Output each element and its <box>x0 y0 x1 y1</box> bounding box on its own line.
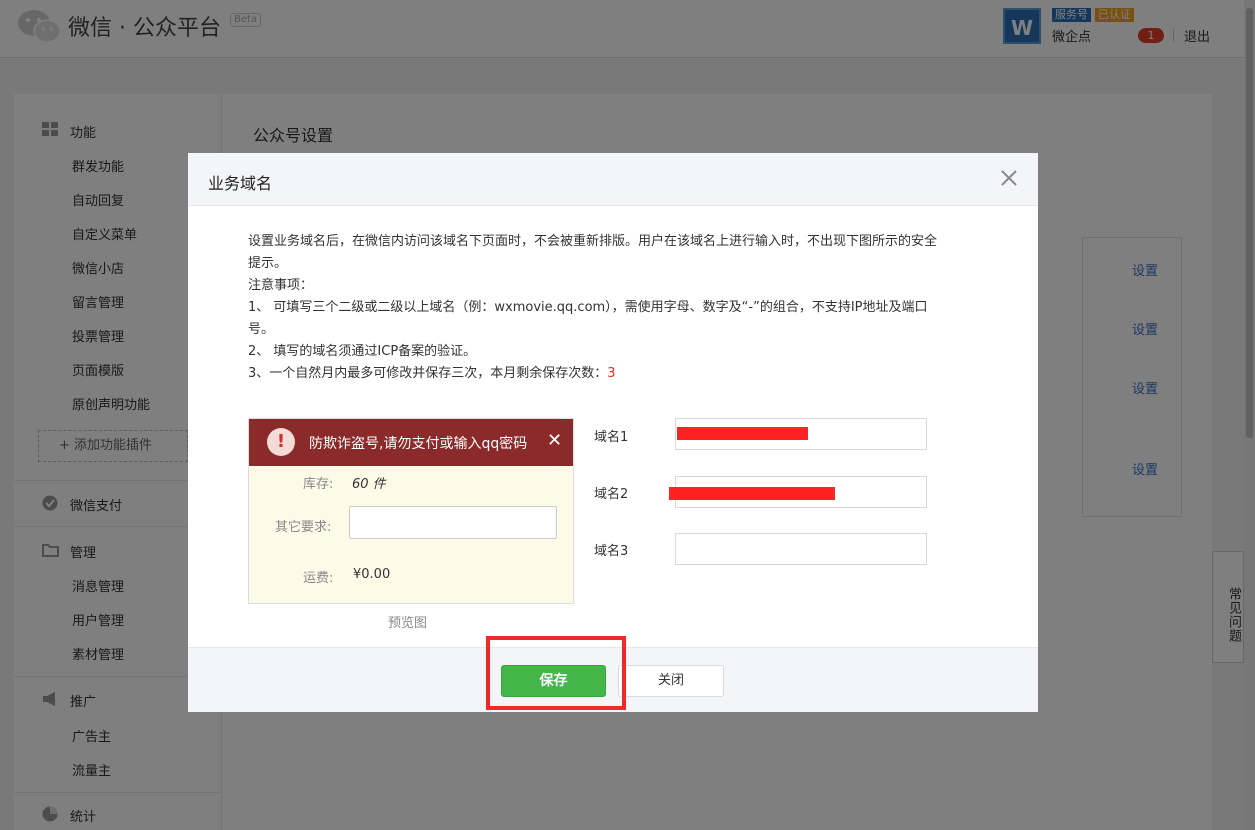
security-warning-preview: ! 防欺诈盗号,请勿支付或输入qq密码 ✕ 库存: 60 件 其它要求: 运费:… <box>248 418 574 604</box>
save-highlight-annotation <box>486 636 626 710</box>
other-requirements-field <box>349 506 557 539</box>
note-line: 1、 可填写三个二级或二级以上域名（例：wxmovie.qq.com），需使用字… <box>248 300 928 315</box>
remaining-save-count: 3 <box>607 366 616 381</box>
note-line: 号。 <box>248 322 275 337</box>
other-requirements-label: 其它要求: <box>275 520 332 535</box>
close-button[interactable]: 关闭 <box>618 665 724 697</box>
warning-bar: ! 防欺诈盗号,请勿支付或输入qq密码 ✕ <box>249 419 573 466</box>
preview-caption: 预览图 <box>388 616 428 631</box>
domain3-input[interactable] <box>675 533 927 565</box>
redaction-mark <box>677 427 808 440</box>
close-icon[interactable] <box>998 167 1020 189</box>
stock-label: 库存: <box>303 477 334 492</box>
dialog-description: 设置业务域名后，在微信内访问该域名下页面时，不会被重新排版。用户在该域名上进行输… <box>248 231 1008 385</box>
shipping-label: 运费: <box>303 571 334 586</box>
warning-text: 防欺诈盗号,请勿支付或输入qq密码 <box>309 436 528 452</box>
domain2-label: 域名2 <box>594 487 629 502</box>
description-line: 设置业务域名后，在微信内访问该域名下页面时，不会被重新排版。用户在该域名上进行输… <box>248 234 938 249</box>
description-line: 提示。 <box>248 256 288 271</box>
note-text: 3、一个自然月内最多可修改并保存三次，本月剩余保存次数： <box>248 366 608 381</box>
business-domain-dialog: 业务域名 设置业务域名后，在微信内访问该域名下页面时，不会被重新排版。用户在该域… <box>188 153 1038 712</box>
shipping-value: ¥0.00 <box>353 567 391 582</box>
exclamation-icon: ! <box>267 428 295 456</box>
redaction-mark <box>669 487 835 500</box>
stock-value: 60 件 <box>352 477 386 492</box>
domain3-label: 域名3 <box>594 544 629 559</box>
close-icon: ✕ <box>547 430 563 451</box>
note-line: 3、一个自然月内最多可修改并保存三次，本月剩余保存次数：3 <box>248 363 1008 385</box>
notes-title: 注意事项： <box>248 278 314 293</box>
note-line: 2、 填写的域名须通过ICP备案的验证。 <box>248 344 477 359</box>
dialog-header: 业务域名 <box>188 153 1038 206</box>
dialog-title: 业务域名 <box>208 174 273 193</box>
domain1-label: 域名1 <box>594 430 629 445</box>
